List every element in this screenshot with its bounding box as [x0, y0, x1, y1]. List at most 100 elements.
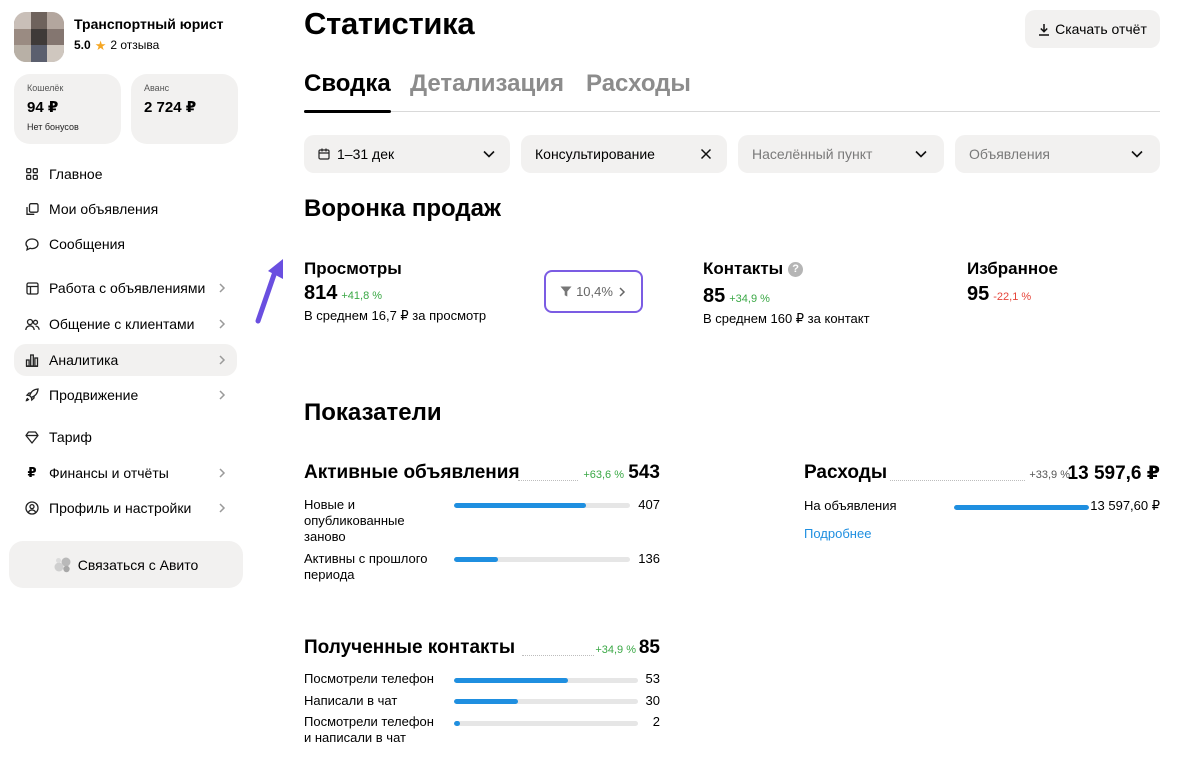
advance-card[interactable]: Аванс 2 724 ₽	[131, 74, 238, 144]
active-ads-row-value: 407	[638, 497, 660, 512]
tab-summary[interactable]: Сводка	[304, 70, 391, 98]
sidebar-item-clients[interactable]: Общение с клиентами	[14, 308, 237, 340]
views-value-row: 814 +41,8 %	[304, 282, 382, 305]
sidebar-item-label: Общение с клиентами	[49, 316, 195, 332]
bar-fill	[954, 505, 1089, 510]
sidebar-item-tariff[interactable]: Тариф	[14, 421, 237, 453]
funnel-icon	[560, 286, 572, 297]
sidebar-item-label: Работа с объявлениями	[49, 280, 206, 296]
document-icon	[24, 280, 40, 296]
conversion-button[interactable]: 10,4%	[544, 270, 643, 313]
active-ads-row-value: 136	[638, 551, 660, 566]
page-title: Статистика	[304, 6, 475, 41]
download-label: Скачать отчёт	[1055, 21, 1147, 37]
period-select[interactable]: 1–31 дек	[304, 135, 510, 173]
chevron-right-icon	[219, 283, 226, 293]
chevron-right-icon	[219, 503, 226, 513]
active-ads-row-label: Новые и опубликованные заново	[304, 497, 405, 544]
annotation-arrow-icon	[255, 259, 283, 324]
active-ads-total: 543	[628, 462, 660, 483]
ads-placeholder: Объявления	[969, 146, 1050, 162]
chat-icon	[24, 236, 40, 252]
favorites-value-row: 95 -22,1 %	[967, 283, 1031, 306]
sidebar-item-profile[interactable]: Профиль и настройки	[14, 492, 237, 524]
expenses-row-value: 13 597,60 ₽	[1090, 498, 1160, 513]
views-delta: +41,8 %	[341, 290, 383, 302]
profile-name[interactable]: Транспортный юрист	[74, 16, 224, 32]
contacts-delta: +34,9 %	[729, 293, 770, 305]
city-select[interactable]: Населённый пункт	[738, 135, 944, 173]
views-value: 814	[304, 282, 338, 304]
sidebar-item-label: Главное	[49, 166, 103, 182]
sidebar-item-label: Продвижение	[49, 387, 139, 403]
wallet-card[interactable]: Кошелёк 94 ₽ Нет бонусов	[14, 74, 121, 144]
sidebar-item-label: Тариф	[49, 429, 92, 445]
contact-avito-button[interactable]: Связаться с Авито	[9, 541, 243, 588]
contacts-average: В среднем 160 ₽ за контакт	[703, 311, 870, 326]
funnel-title: Воронка продаж	[304, 195, 501, 222]
favorites-value: 95	[967, 283, 990, 305]
tab-details[interactable]: Детализация	[410, 70, 564, 98]
category-value: Консультирование	[535, 146, 655, 162]
sidebar-item-messages[interactable]: Сообщения	[14, 228, 237, 260]
advance-caption: Аванс	[144, 83, 170, 93]
bar-fill	[454, 503, 586, 508]
contacts-row-label: Написали в чат	[304, 693, 398, 708]
active-tab-indicator	[304, 110, 391, 113]
profile-rating[interactable]: 5.0 ★ 2 отзыва	[74, 38, 159, 52]
tab-expenses[interactable]: Расходы	[586, 70, 691, 98]
tabs-divider	[304, 111, 1160, 112]
sidebar-item-main[interactable]: Главное	[14, 158, 237, 190]
active-ads-bar	[454, 557, 630, 562]
sidebar-item-analytics[interactable]: Аналитика	[14, 344, 237, 376]
contacts-row-label: Посмотрели телефон	[304, 671, 434, 686]
sidebar-item-my-ads[interactable]: Мои объявления	[14, 193, 237, 225]
contacts-value: 85	[703, 285, 726, 307]
expenses-title: Расходы	[804, 462, 888, 483]
avatar[interactable]	[14, 12, 64, 62]
chevron-right-icon	[219, 319, 226, 329]
sidebar-item-finance[interactable]: ₽ Финансы и отчёты	[14, 457, 237, 489]
contacts-value-row: 85 +34,9 %	[703, 285, 770, 308]
expenses-details-link[interactable]: Подробнее	[804, 526, 871, 541]
help-icon[interactable]: ?	[788, 262, 804, 277]
favorites-label: Избранное	[967, 259, 1058, 278]
conversion-value: 10,4%	[576, 284, 613, 299]
bar-fill	[454, 678, 569, 683]
chevron-right-icon	[619, 286, 625, 297]
category-filter[interactable]: Консультирование	[521, 135, 727, 173]
diamond-icon	[24, 429, 40, 445]
rocket-icon	[24, 387, 40, 403]
users-icon	[24, 316, 40, 332]
city-placeholder: Населённый пункт	[752, 146, 873, 162]
expenses-row-label: На объявления	[804, 498, 897, 513]
contacts-bar	[454, 721, 638, 726]
chevron-down-icon	[1131, 150, 1143, 158]
bar-chart-icon	[24, 352, 40, 368]
active-ads-title: Активные объявления	[304, 462, 520, 483]
contacts-row-value: 30	[645, 693, 660, 708]
copy-icon	[24, 201, 40, 217]
contacts-row-value: 2	[652, 714, 660, 729]
contacts-row-value: 53	[645, 671, 660, 686]
sidebar-item-ads-work[interactable]: Работа с объявлениями	[14, 272, 237, 304]
contacts-received-total: 85	[638, 637, 660, 658]
reviews-count[interactable]: 2 отзыва	[110, 38, 159, 52]
advance-value: 2 724 ₽	[144, 99, 197, 116]
calendar-icon	[318, 148, 330, 160]
sidebar-item-label: Сообщения	[49, 236, 125, 252]
ruble-icon: ₽	[27, 465, 37, 480]
grid-icon	[24, 166, 40, 182]
ads-select[interactable]: Объявления	[955, 135, 1160, 173]
chevron-right-icon	[219, 355, 226, 365]
expenses-bar	[954, 505, 1089, 510]
star-icon: ★	[94, 37, 107, 53]
bar-fill	[454, 699, 519, 704]
download-report-button[interactable]: Скачать отчёт	[1025, 10, 1160, 48]
rating-score: 5.0	[74, 38, 91, 52]
close-icon[interactable]	[699, 147, 713, 161]
bar-fill	[454, 557, 498, 562]
sidebar-item-promotion[interactable]: Продвижение	[14, 379, 237, 411]
contacts-bar	[454, 699, 638, 704]
sidebar-item-label: Мои объявления	[49, 201, 159, 217]
